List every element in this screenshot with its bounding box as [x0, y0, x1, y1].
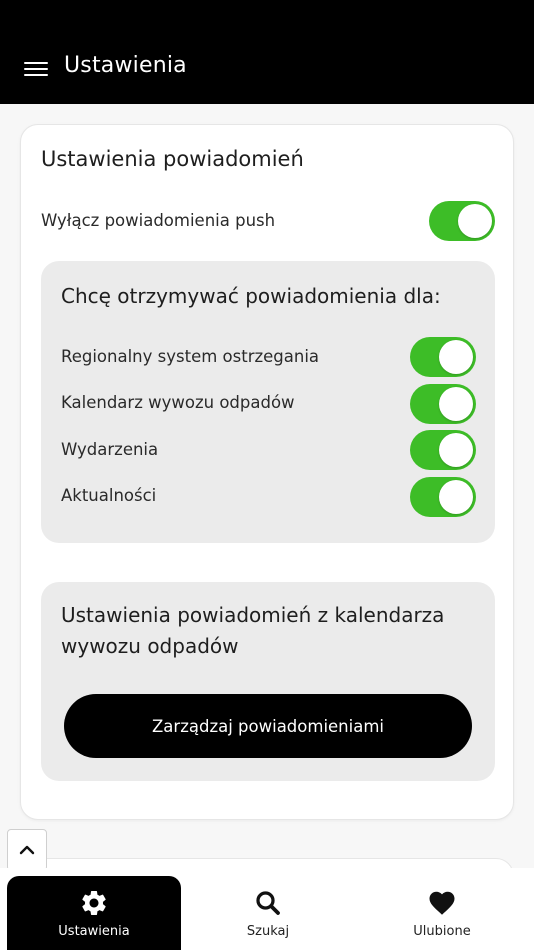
page-title: Ustawienia: [64, 53, 187, 78]
nav-item-settings[interactable]: Ustawienia: [7, 876, 181, 950]
toggle-knob: [439, 480, 473, 514]
toggle-knob: [439, 387, 473, 421]
waste-calendar-panel: Ustawienia powiadomień z kalendarza wywo…: [41, 582, 495, 781]
toggle-events[interactable]: [410, 430, 476, 470]
toggle-news[interactable]: [410, 477, 476, 517]
toggle-knob: [439, 433, 473, 467]
search-icon: [256, 891, 280, 915]
manage-notifications-button[interactable]: Zarządzaj powiadomieniami: [64, 694, 472, 758]
heart-icon: [429, 891, 455, 915]
toggle-waste-calendar[interactable]: [410, 384, 476, 424]
gear-icon: [82, 890, 106, 915]
nav-item-favorites[interactable]: Ulubione: [355, 868, 529, 950]
card-title: Ustawienia powiadomień: [41, 147, 304, 171]
scroll-to-top-button[interactable]: [7, 829, 47, 871]
waste-panel-title-line1: Ustawienia powiadomień z kalendarza: [61, 603, 445, 627]
toggle-label-news: Aktualności: [61, 486, 157, 505]
nav-label-settings: Ustawienia: [58, 924, 130, 939]
toggle-label-waste-calendar: Kalendarz wywozu odpadów: [61, 393, 295, 412]
notification-types-panel: Chcę otrzymywać powiadomienia dla: Regio…: [41, 261, 495, 543]
waste-panel-title-line2: wywozu odpadów: [61, 634, 239, 658]
nav-label-favorites: Ulubione: [413, 924, 471, 939]
hamburger-menu-icon[interactable]: [24, 60, 48, 78]
push-toggle-label: Wyłącz powiadomienia push: [41, 211, 276, 230]
push-toggle[interactable]: [429, 201, 495, 241]
toggle-knob: [458, 204, 492, 238]
nav-label-search: Szukaj: [246, 924, 290, 939]
toggle-label-events: Wydarzenia: [61, 440, 159, 459]
toggle-regional-warning[interactable]: [410, 337, 476, 377]
toggle-label-regional-warning: Regionalny system ostrzegania: [61, 347, 320, 366]
app-bar: Ustawienia: [0, 0, 534, 104]
nav-item-search[interactable]: Szukaj: [181, 868, 355, 950]
chevron-up-icon: [19, 845, 35, 855]
waste-panel-title: Ustawienia powiadomień z kalendarza wywo…: [61, 600, 444, 662]
panel-title: Chcę otrzymywać powiadomienia dla:: [61, 284, 441, 308]
bottom-navigation: Ustawienia Szukaj Ulubione: [0, 868, 534, 950]
notification-settings-card: Ustawienia powiadomień Wyłącz powiadomie…: [20, 124, 514, 820]
toggle-knob: [439, 340, 473, 374]
